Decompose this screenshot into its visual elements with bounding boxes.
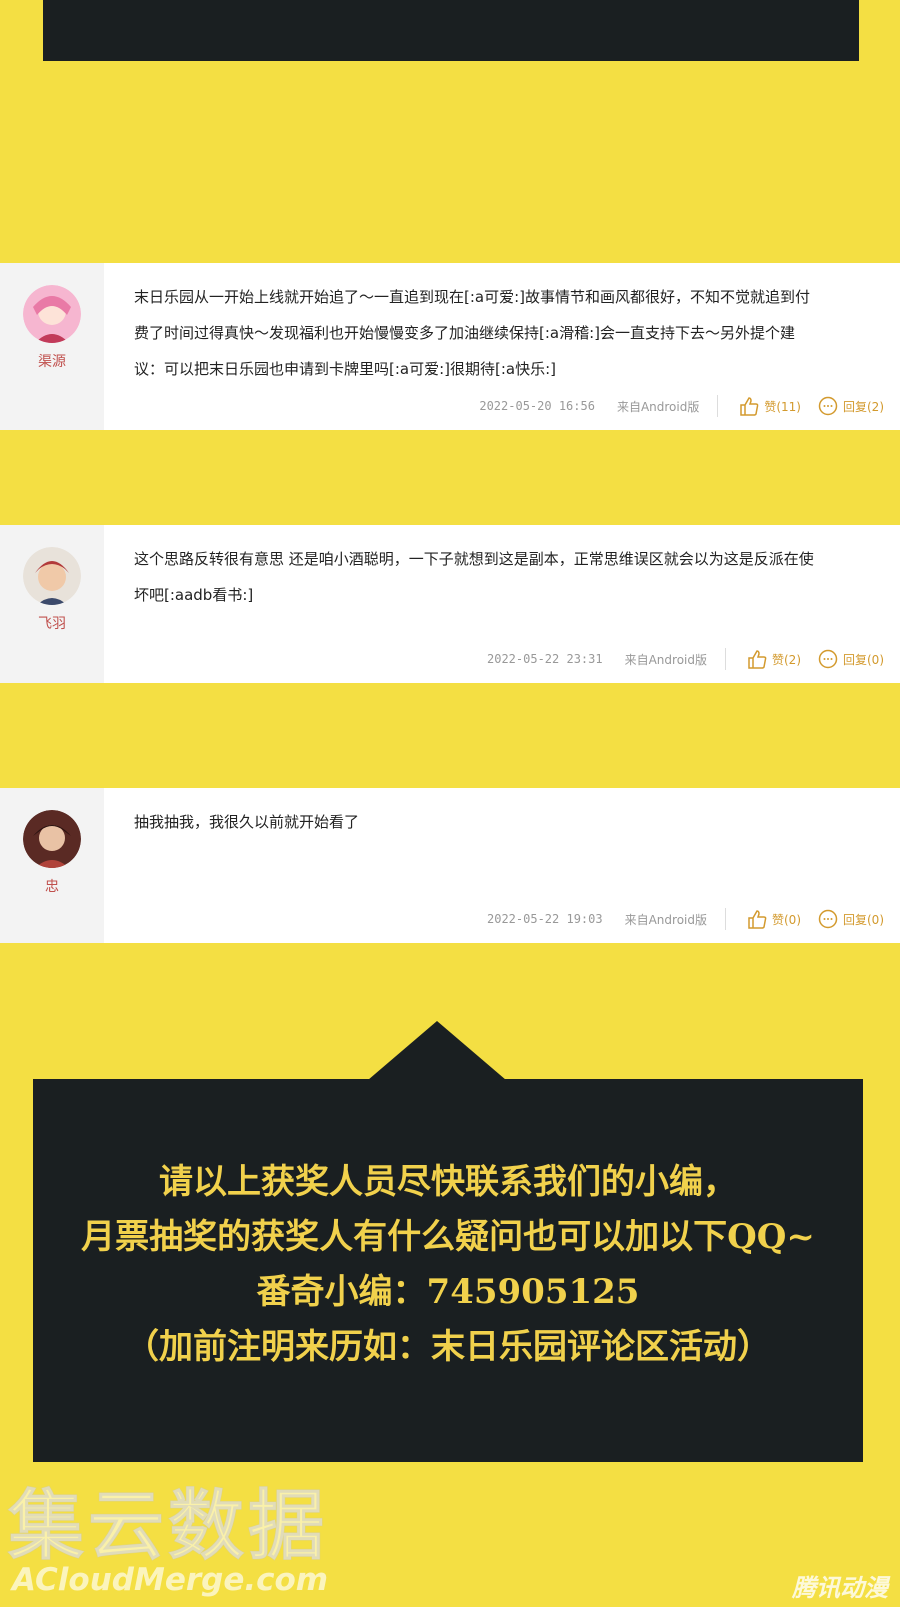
comment-text: 末日乐园从一开始上线就开始追了～一直追到现在[:a可爱:]故事情节和画风都很好，…	[134, 279, 854, 387]
reply-count: 回复(0)	[843, 652, 884, 667]
reply-count: 回复(0)	[843, 912, 884, 927]
watermark-en: ACloudMerge.com	[12, 1562, 329, 1598]
comment-meta: 2022-05-20 16:56 来自Android版 赞(11) 回复(2)	[479, 394, 884, 418]
comment-username[interactable]: 飞羽	[0, 613, 104, 633]
like-count: 赞(0)	[772, 912, 801, 927]
comment-card: 忠 抽我抽我，我很久以前就开始看了 2022-05-22 19:03 来自And…	[0, 788, 900, 943]
watermark-cn: 集云数据	[8, 1481, 328, 1571]
top-dark-banner	[43, 0, 859, 61]
notice-line: （加前注明来历如：末日乐园评论区活动）	[125, 1327, 771, 1367]
like-button[interactable]: 赞(0)	[746, 908, 801, 930]
comment-text-line: 坏吧[:aadb看书:]	[134, 586, 254, 604]
avatar-image-icon	[23, 285, 81, 343]
comment-date: 2022-05-20 16:56	[479, 399, 595, 413]
comment-author-column: 忠	[0, 788, 104, 943]
reply-button[interactable]: 回复(2)	[817, 395, 884, 417]
comment-card: 飞羽 这个思路反转很有意思 还是咱小酒聪明，一下子就想到这是副本，正常思维误区就…	[0, 525, 900, 683]
watermark-tencent: 腾讯动漫	[792, 1574, 888, 1602]
comment-text: 抽我抽我，我很久以前就开始看了	[134, 804, 854, 840]
comment-text-line: 抽我抽我，我很久以前就开始看了	[134, 813, 360, 831]
avatar[interactable]	[23, 547, 81, 605]
comment-author-column: 渠源	[0, 263, 104, 430]
comment-username[interactable]: 忠	[0, 876, 104, 896]
notice-pointer	[368, 1021, 506, 1080]
comment-author-column: 飞羽	[0, 525, 104, 683]
reply-button[interactable]: 回复(0)	[817, 648, 884, 670]
notice-line: 请以上获奖人员尽快联系我们的小编，	[159, 1162, 737, 1202]
notice-panel: 请以上获奖人员尽快联系我们的小编， 月票抽奖的获奖人有什么疑问也可以加以下QQ~…	[33, 1079, 863, 1462]
avatar-image-icon	[23, 810, 81, 868]
thumbs-up-icon	[748, 910, 767, 929]
like-button[interactable]: 赞(11)	[738, 395, 801, 417]
comment-date: 2022-05-22 19:03	[487, 912, 603, 926]
meta-divider	[725, 908, 726, 930]
comment-text-line: 末日乐园从一开始上线就开始追了～一直追到现在[:a可爱:]故事情节和画风都很好，…	[134, 288, 811, 306]
comment-source: 来自Android版	[616, 399, 700, 414]
comment-text-line: 议：可以把末日乐园也申请到卡牌里吗[:a可爱:]很期待[:a快乐:]	[134, 360, 557, 378]
meta-divider	[717, 395, 719, 417]
thumbs-up-icon	[748, 650, 767, 669]
comment-meta: 2022-05-22 19:03 来自Android版 赞(0) 回复(0)	[487, 907, 884, 931]
comment-username[interactable]: 渠源	[0, 351, 104, 371]
comment-source: 来自Android版	[624, 652, 707, 667]
comment-text-line: 这个思路反转很有意思 还是咱小酒聪明，一下子就想到这是副本，正常思维误区就会以为…	[134, 550, 814, 568]
chat-bubble-icon	[818, 649, 838, 669]
like-button[interactable]: 赞(2)	[746, 648, 801, 670]
like-count: 赞(2)	[772, 652, 801, 667]
like-count: 赞(11)	[764, 399, 801, 414]
avatar-image-icon	[23, 547, 81, 605]
comment-card: 渠源 末日乐园从一开始上线就开始追了～一直追到现在[:a可爱:]故事情节和画风都…	[0, 263, 900, 430]
notice-line: 月票抽奖的获奖人有什么疑问也可以加以下QQ~	[81, 1217, 815, 1257]
comment-text: 这个思路反转很有意思 还是咱小酒聪明，一下子就想到这是副本，正常思维误区就会以为…	[134, 541, 854, 613]
meta-divider	[725, 648, 726, 670]
chat-bubble-icon	[818, 909, 838, 929]
chat-bubble-icon	[818, 396, 838, 416]
comment-text-line: 费了时间过得真快～发现福利也开始慢慢变多了加油继续保持[:a滑稽:]会一直支持下…	[134, 324, 796, 342]
avatar[interactable]	[23, 285, 81, 343]
comment-date: 2022-05-22 23:31	[487, 652, 603, 666]
notice-line: 番奇小编：745905125	[256, 1272, 640, 1312]
comment-meta: 2022-05-22 23:31 来自Android版 赞(2) 回复(0)	[487, 647, 884, 671]
reply-count: 回复(2)	[843, 399, 884, 414]
reply-button[interactable]: 回复(0)	[817, 908, 884, 930]
thumbs-up-icon	[740, 397, 759, 416]
avatar[interactable]	[23, 810, 81, 868]
comment-source: 来自Android版	[624, 912, 707, 927]
